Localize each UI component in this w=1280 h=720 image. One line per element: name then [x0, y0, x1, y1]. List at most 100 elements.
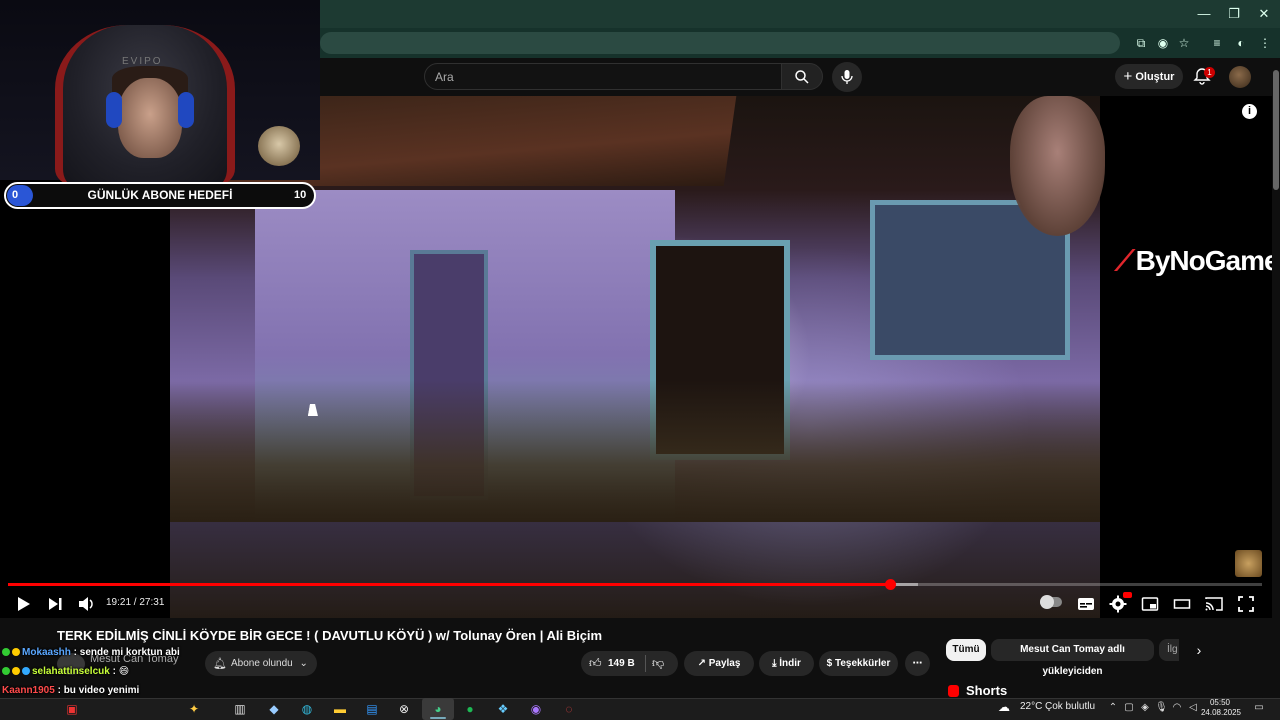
taskbar-app-icon[interactable]: ▣	[58, 699, 86, 719]
chat-badge-icon	[2, 667, 10, 675]
weather-condition[interactable]: Çok bulutlu	[1045, 701, 1095, 712]
copilot-sparkle-icon[interactable]: ✦	[180, 699, 208, 719]
task-view-icon[interactable]: ▥	[226, 699, 254, 719]
share-button[interactable]: ↗ Paylaş	[684, 651, 754, 676]
file-explorer-icon[interactable]: ▬	[326, 699, 354, 719]
create-button[interactable]: + Oluştur	[1115, 64, 1183, 89]
create-label: Oluştur	[1135, 71, 1175, 83]
chrome-active-indicator	[430, 717, 446, 719]
voice-search-button[interactable]	[832, 62, 862, 92]
like-count[interactable]: 149 B	[608, 658, 635, 669]
tray-app-icon[interactable]: ◈	[1139, 701, 1151, 715]
chevron-down-icon: ⌄	[299, 658, 308, 669]
search-input[interactable]: Ara	[424, 63, 782, 90]
chevron-right-icon[interactable]: ›	[1189, 640, 1209, 660]
notification-count-badge: 1	[1204, 67, 1215, 78]
subscribed-label: Abone olundu	[231, 658, 293, 669]
cast-icon[interactable]	[1204, 594, 1224, 614]
chat-badge-icon	[12, 667, 20, 675]
chip-all[interactable]: Tümü	[946, 639, 986, 661]
chat-username: selahattinselcuk	[32, 666, 110, 677]
info-icon[interactable]: i	[1242, 104, 1257, 119]
weather-temperature[interactable]: 22°C	[1020, 701, 1042, 712]
download-button[interactable]: ⤓ İndir	[759, 651, 814, 676]
chat-username: Kaann1905	[2, 685, 55, 696]
close-icon[interactable]: ✕	[1250, 4, 1278, 24]
bookmark-star-icon[interactable]: ☆	[1175, 34, 1193, 52]
spotify-icon[interactable]: ●	[456, 699, 484, 719]
video-title: TERK EDİLMİŞ CİNLİ KÖYDE BİR GECE ! ( DA…	[57, 628, 603, 643]
tray-chevron-up-icon[interactable]: ⌃	[1107, 701, 1119, 715]
chat-badge-icon	[12, 648, 20, 656]
restore-icon[interactable]: ❐	[1220, 4, 1248, 24]
media-controls-icon[interactable]: ≡	[1208, 34, 1226, 52]
minimize-icon[interactable]: —	[1190, 4, 1218, 24]
volume-icon[interactable]	[76, 594, 96, 614]
speaker-icon[interactable]: ◁	[1187, 701, 1199, 715]
thanks-label: Teşekkürler	[834, 658, 891, 669]
wifi-icon[interactable]: ◠	[1171, 701, 1183, 715]
plus-icon: +	[1123, 68, 1133, 85]
clock-date[interactable]: 24.08.2025	[1199, 708, 1243, 717]
outlook-icon[interactable]: ▤	[358, 699, 386, 719]
like-divider	[645, 655, 646, 672]
subscription-bell-icon: 🔔︎	[213, 658, 227, 670]
microphone-tray-icon[interactable]: 🎙︎	[1155, 701, 1168, 715]
theater-mode-icon[interactable]	[1172, 594, 1192, 614]
video-hand-shape	[1010, 96, 1105, 236]
channel-watermark[interactable]	[1235, 550, 1262, 577]
download-icon: ⤓	[772, 658, 777, 669]
chrome-icon[interactable]: ◕	[424, 699, 452, 719]
bynogame-logo: ⟋ByNoGame	[1115, 245, 1280, 285]
chat-message: Kaann1905 : bu video yenimi	[2, 685, 139, 696]
thanks-button[interactable]: $ Teşekkürler	[819, 651, 898, 676]
subtitles-icon[interactable]	[1076, 594, 1096, 614]
lion-plush-shape	[258, 126, 300, 166]
notification-center-icon[interactable]: ▭	[1253, 701, 1265, 715]
miniplayer-icon[interactable]	[1140, 594, 1160, 614]
share-icon: ↗	[697, 658, 706, 669]
screen: — ❐ ✕ ⧉ ◉ ☆ ≡ ◐ ⋮ Ara + Oluştur 1 ⟋ByNoG…	[0, 0, 1280, 720]
chip-uploader[interactable]: Mesut Can Tomay adlı yükleyiciden	[991, 639, 1154, 677]
chat-message: Mokaashh : sende mi korktun abi	[2, 647, 180, 658]
app-icon[interactable]: ❖	[489, 699, 517, 719]
fullscreen-icon[interactable]	[1236, 594, 1256, 614]
time-display: 19:21 / 27:31	[106, 597, 165, 608]
chat-badge-icon	[22, 667, 30, 675]
browser-menu-icon[interactable]: ⋮	[1256, 34, 1274, 52]
bynogame-text: ByNoGame	[1135, 245, 1280, 276]
profile-icon[interactable]: ◐	[1232, 34, 1250, 52]
scrollbar-thumb[interactable]	[1273, 70, 1279, 190]
headphone-right-shape	[178, 92, 194, 128]
search-button[interactable]	[781, 63, 823, 90]
tray-app-icon[interactable]: ▢	[1123, 701, 1135, 715]
discord-icon[interactable]: ◉	[522, 699, 550, 719]
share-label: Paylaş	[708, 658, 741, 669]
edge-icon[interactable]: ◍	[293, 699, 321, 719]
account-avatar[interactable]	[1229, 66, 1251, 88]
copilot-icon[interactable]: ◆	[260, 699, 288, 719]
xbox-icon[interactable]: ⊗	[390, 699, 418, 719]
shorts-heading: Shorts	[966, 683, 1008, 698]
play-icon[interactable]	[13, 594, 33, 614]
clock-time[interactable]: 05:50	[1205, 698, 1235, 707]
install-app-icon[interactable]: ⧉	[1132, 34, 1150, 52]
chat-badge-icon	[2, 648, 10, 656]
dislike-icon[interactable]: 👎︎	[652, 656, 664, 671]
tracking-eye-icon[interactable]: ◉	[1154, 34, 1172, 52]
progress-scrubber-handle[interactable]	[885, 579, 896, 590]
like-icon[interactable]: 👍︎	[589, 656, 602, 671]
download-label: İndir	[779, 658, 801, 669]
weather-cloud-icon[interactable]: ☁	[998, 700, 1014, 716]
more-actions-button[interactable]: ⋯	[905, 651, 930, 676]
next-video-icon[interactable]	[45, 594, 65, 614]
autoplay-toggle-knob	[1040, 595, 1054, 609]
shorts-icon	[948, 685, 959, 697]
chip-related[interactable]: İlg	[1159, 639, 1179, 661]
mouse-cursor	[307, 404, 321, 416]
bynogame-slash-icon: ⟋	[1115, 245, 1135, 276]
search-icon	[795, 70, 809, 84]
app-icon[interactable]: ◌	[555, 699, 583, 719]
hd-badge	[1123, 592, 1132, 598]
address-bar[interactable]	[320, 32, 1120, 54]
